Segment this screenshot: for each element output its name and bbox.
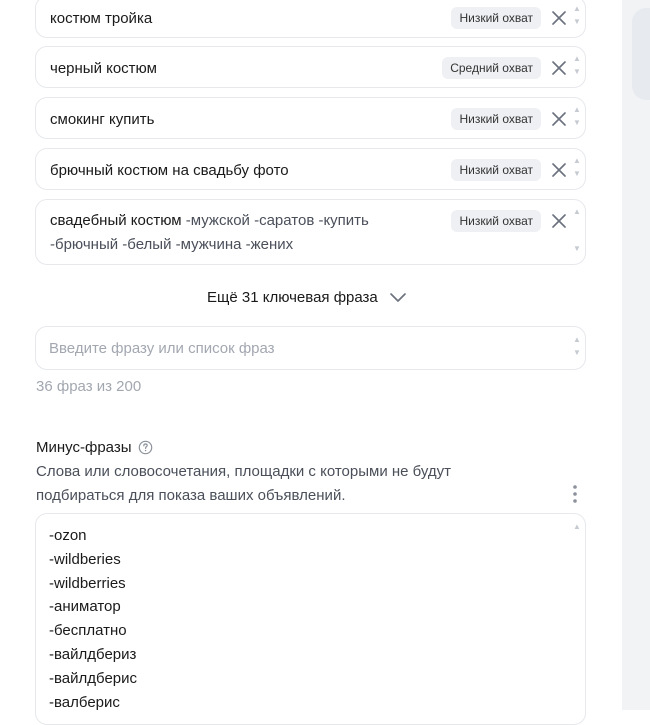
remove-phrase-button[interactable]	[549, 8, 569, 28]
coverage-badge: Низкий охват	[451, 7, 541, 29]
close-icon	[552, 163, 566, 177]
minus-phrases-menu-button[interactable]	[567, 482, 583, 506]
minus-phrases-list: -ozon -wildberies -wildberries -аниматор…	[49, 524, 549, 714]
phrase-main-words: свадебный костюм	[50, 212, 182, 229]
remove-phrase-button[interactable]	[549, 58, 569, 78]
phrase-row: костюм тройка Низкий охват ▲ ▼	[35, 0, 586, 38]
minus-phrase-item: -валберис	[49, 693, 120, 711]
minus-phrase-item: -ozon	[49, 527, 87, 544]
phrase-text: свадебный костюм -мужской -саратов -купи…	[50, 209, 410, 257]
minus-phrases-title-text: Минус-фразы	[36, 439, 132, 456]
close-icon	[552, 214, 566, 228]
remove-phrase-button[interactable]	[549, 160, 569, 180]
coverage-badge: Низкий охват	[451, 159, 541, 181]
phrase-input-box: ▲▼	[35, 326, 586, 370]
close-icon	[552, 112, 566, 126]
phrase-text: смокинг купить	[50, 111, 155, 128]
phrase-text: брючный костюм на свадьбу фото	[50, 162, 289, 179]
minus-phrase-item: -аниматор	[49, 598, 121, 616]
phrase-text: костюм тройка	[50, 10, 153, 27]
minus-phrase-item: -бесплатно	[49, 622, 127, 640]
minus-phrases-title: Минус-фразы	[36, 439, 153, 456]
right-panel-card	[632, 8, 650, 100]
phrase-scroll-arrows[interactable]: ▲ ▼	[573, 208, 581, 256]
coverage-badge: Средний охват	[442, 57, 541, 79]
coverage-badge: Низкий охват	[451, 210, 541, 232]
right-panel	[622, 0, 650, 710]
close-icon	[552, 11, 566, 25]
phrase-scroll-arrows[interactable]: ▲ ▼	[573, 106, 581, 132]
close-icon	[552, 61, 566, 75]
phrase-count: 36 фраз из 200	[36, 378, 142, 395]
phrase-row: черный костюм Средний охват ▲ ▼	[35, 46, 586, 88]
chevron-down-icon	[389, 293, 406, 302]
minus-phrase-item: -wildberries	[49, 574, 126, 592]
coverage-badge: Низкий охват	[451, 108, 541, 130]
input-scroll-arrows[interactable]: ▲ ▼	[573, 336, 581, 362]
help-circle-icon[interactable]	[138, 440, 153, 455]
more-vertical-icon	[573, 485, 577, 503]
minus-phrases-description: Слова или словосочетания, площадки с кот…	[36, 463, 452, 504]
remove-phrase-button[interactable]	[549, 109, 569, 129]
minus-phrase-item: -вайлдберис	[49, 669, 138, 687]
phrase-input[interactable]	[49, 337, 549, 359]
remove-phrase-button[interactable]	[549, 211, 569, 231]
phrase-row: смокинг купить Низкий охват ▲ ▼	[35, 97, 586, 139]
phrase-row: свадебный костюм -мужской -саратов -купи…	[35, 199, 586, 265]
phrase-scroll-arrows[interactable]: ▲ ▼	[573, 157, 581, 183]
show-more-label: Ещё 31 ключевая фраза	[207, 288, 378, 306]
minus-phrases-textarea[interactable]: -ozon -wildberies -wildberries -аниматор…	[35, 513, 586, 725]
phrase-scroll-arrows[interactable]: ▲ ▼	[573, 5, 581, 31]
phrase-scroll-arrows[interactable]: ▲ ▼	[573, 55, 581, 81]
phrase-text: черный костюм	[50, 60, 157, 77]
minus-phrase-item: -вайлдбериз	[49, 645, 137, 663]
phrase-row: брючный костюм на свадьбу фото Низкий ох…	[35, 148, 586, 190]
minus-phrase-item: -wildberies	[49, 550, 121, 568]
show-more-phrases-link[interactable]: Ещё 31 ключевая фраза	[207, 286, 408, 308]
minus-scroll-up-arrow[interactable]: ▲	[573, 522, 581, 532]
